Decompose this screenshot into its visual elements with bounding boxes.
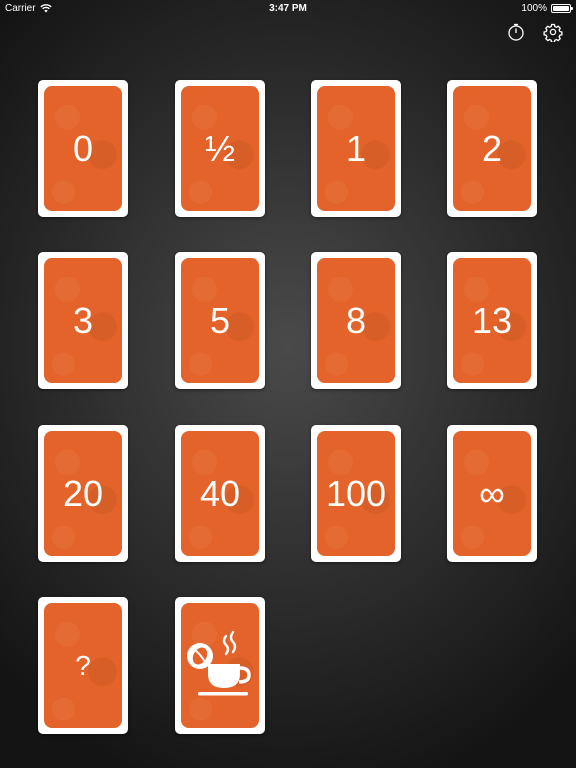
- card-coffee-break[interactable]: [175, 597, 265, 734]
- card-value: 8: [345, 299, 367, 341]
- card-face: 100: [317, 431, 395, 556]
- card-face: 13: [453, 258, 531, 383]
- card-face: ?: [44, 603, 122, 728]
- battery-icon: [551, 4, 573, 13]
- card-value: 1: [345, 127, 367, 169]
- card-value: 13: [471, 299, 513, 341]
- card[interactable]: 8: [311, 252, 401, 389]
- battery-fill: [553, 6, 569, 11]
- card[interactable]: 13: [447, 252, 537, 389]
- timer-button[interactable]: [506, 22, 526, 42]
- settings-button[interactable]: [543, 22, 563, 43]
- card[interactable]: 40: [175, 425, 265, 562]
- status-time: 3:47 PM: [269, 3, 307, 14]
- card-face: 8: [317, 258, 395, 383]
- card[interactable]: 3: [38, 252, 128, 389]
- card-value: ?: [75, 649, 91, 681]
- card-value: 20: [62, 472, 104, 514]
- card[interactable]: 0: [38, 80, 128, 217]
- card[interactable]: ½: [175, 80, 265, 217]
- card-value: ½: [204, 127, 236, 169]
- coffee-break-icon: [187, 630, 251, 695]
- card-value: 5: [209, 299, 231, 341]
- card-value: 100: [325, 472, 387, 514]
- card-value: ∞: [479, 472, 505, 514]
- card-value: 3: [72, 299, 94, 341]
- card-value: 2: [481, 127, 503, 169]
- card-face: 0: [44, 86, 122, 211]
- card-face: 5: [181, 258, 259, 383]
- gear-icon: [543, 23, 563, 43]
- card-face: 1: [317, 86, 395, 211]
- card[interactable]: 20: [38, 425, 128, 562]
- card[interactable]: 1: [311, 80, 401, 217]
- status-right: 100%: [521, 3, 573, 14]
- status-bar: Carrier 3:47 PM 100%: [0, 0, 576, 18]
- card-face: 2: [453, 86, 531, 211]
- card-value: 40: [199, 472, 241, 514]
- card[interactable]: 100: [311, 425, 401, 562]
- card-face: ∞: [453, 431, 531, 556]
- card[interactable]: ?: [38, 597, 128, 734]
- card[interactable]: 2: [447, 80, 537, 217]
- card-face: [181, 603, 259, 728]
- stopwatch-icon: [508, 23, 524, 41]
- card-face: ½: [181, 86, 259, 211]
- card-face: 40: [181, 431, 259, 556]
- card[interactable]: 5: [175, 252, 265, 389]
- card[interactable]: ∞: [447, 425, 537, 562]
- card-face: 3: [44, 258, 122, 383]
- card-face: 20: [44, 431, 122, 556]
- card-value: 0: [72, 127, 94, 169]
- battery-percent: 100%: [521, 3, 547, 14]
